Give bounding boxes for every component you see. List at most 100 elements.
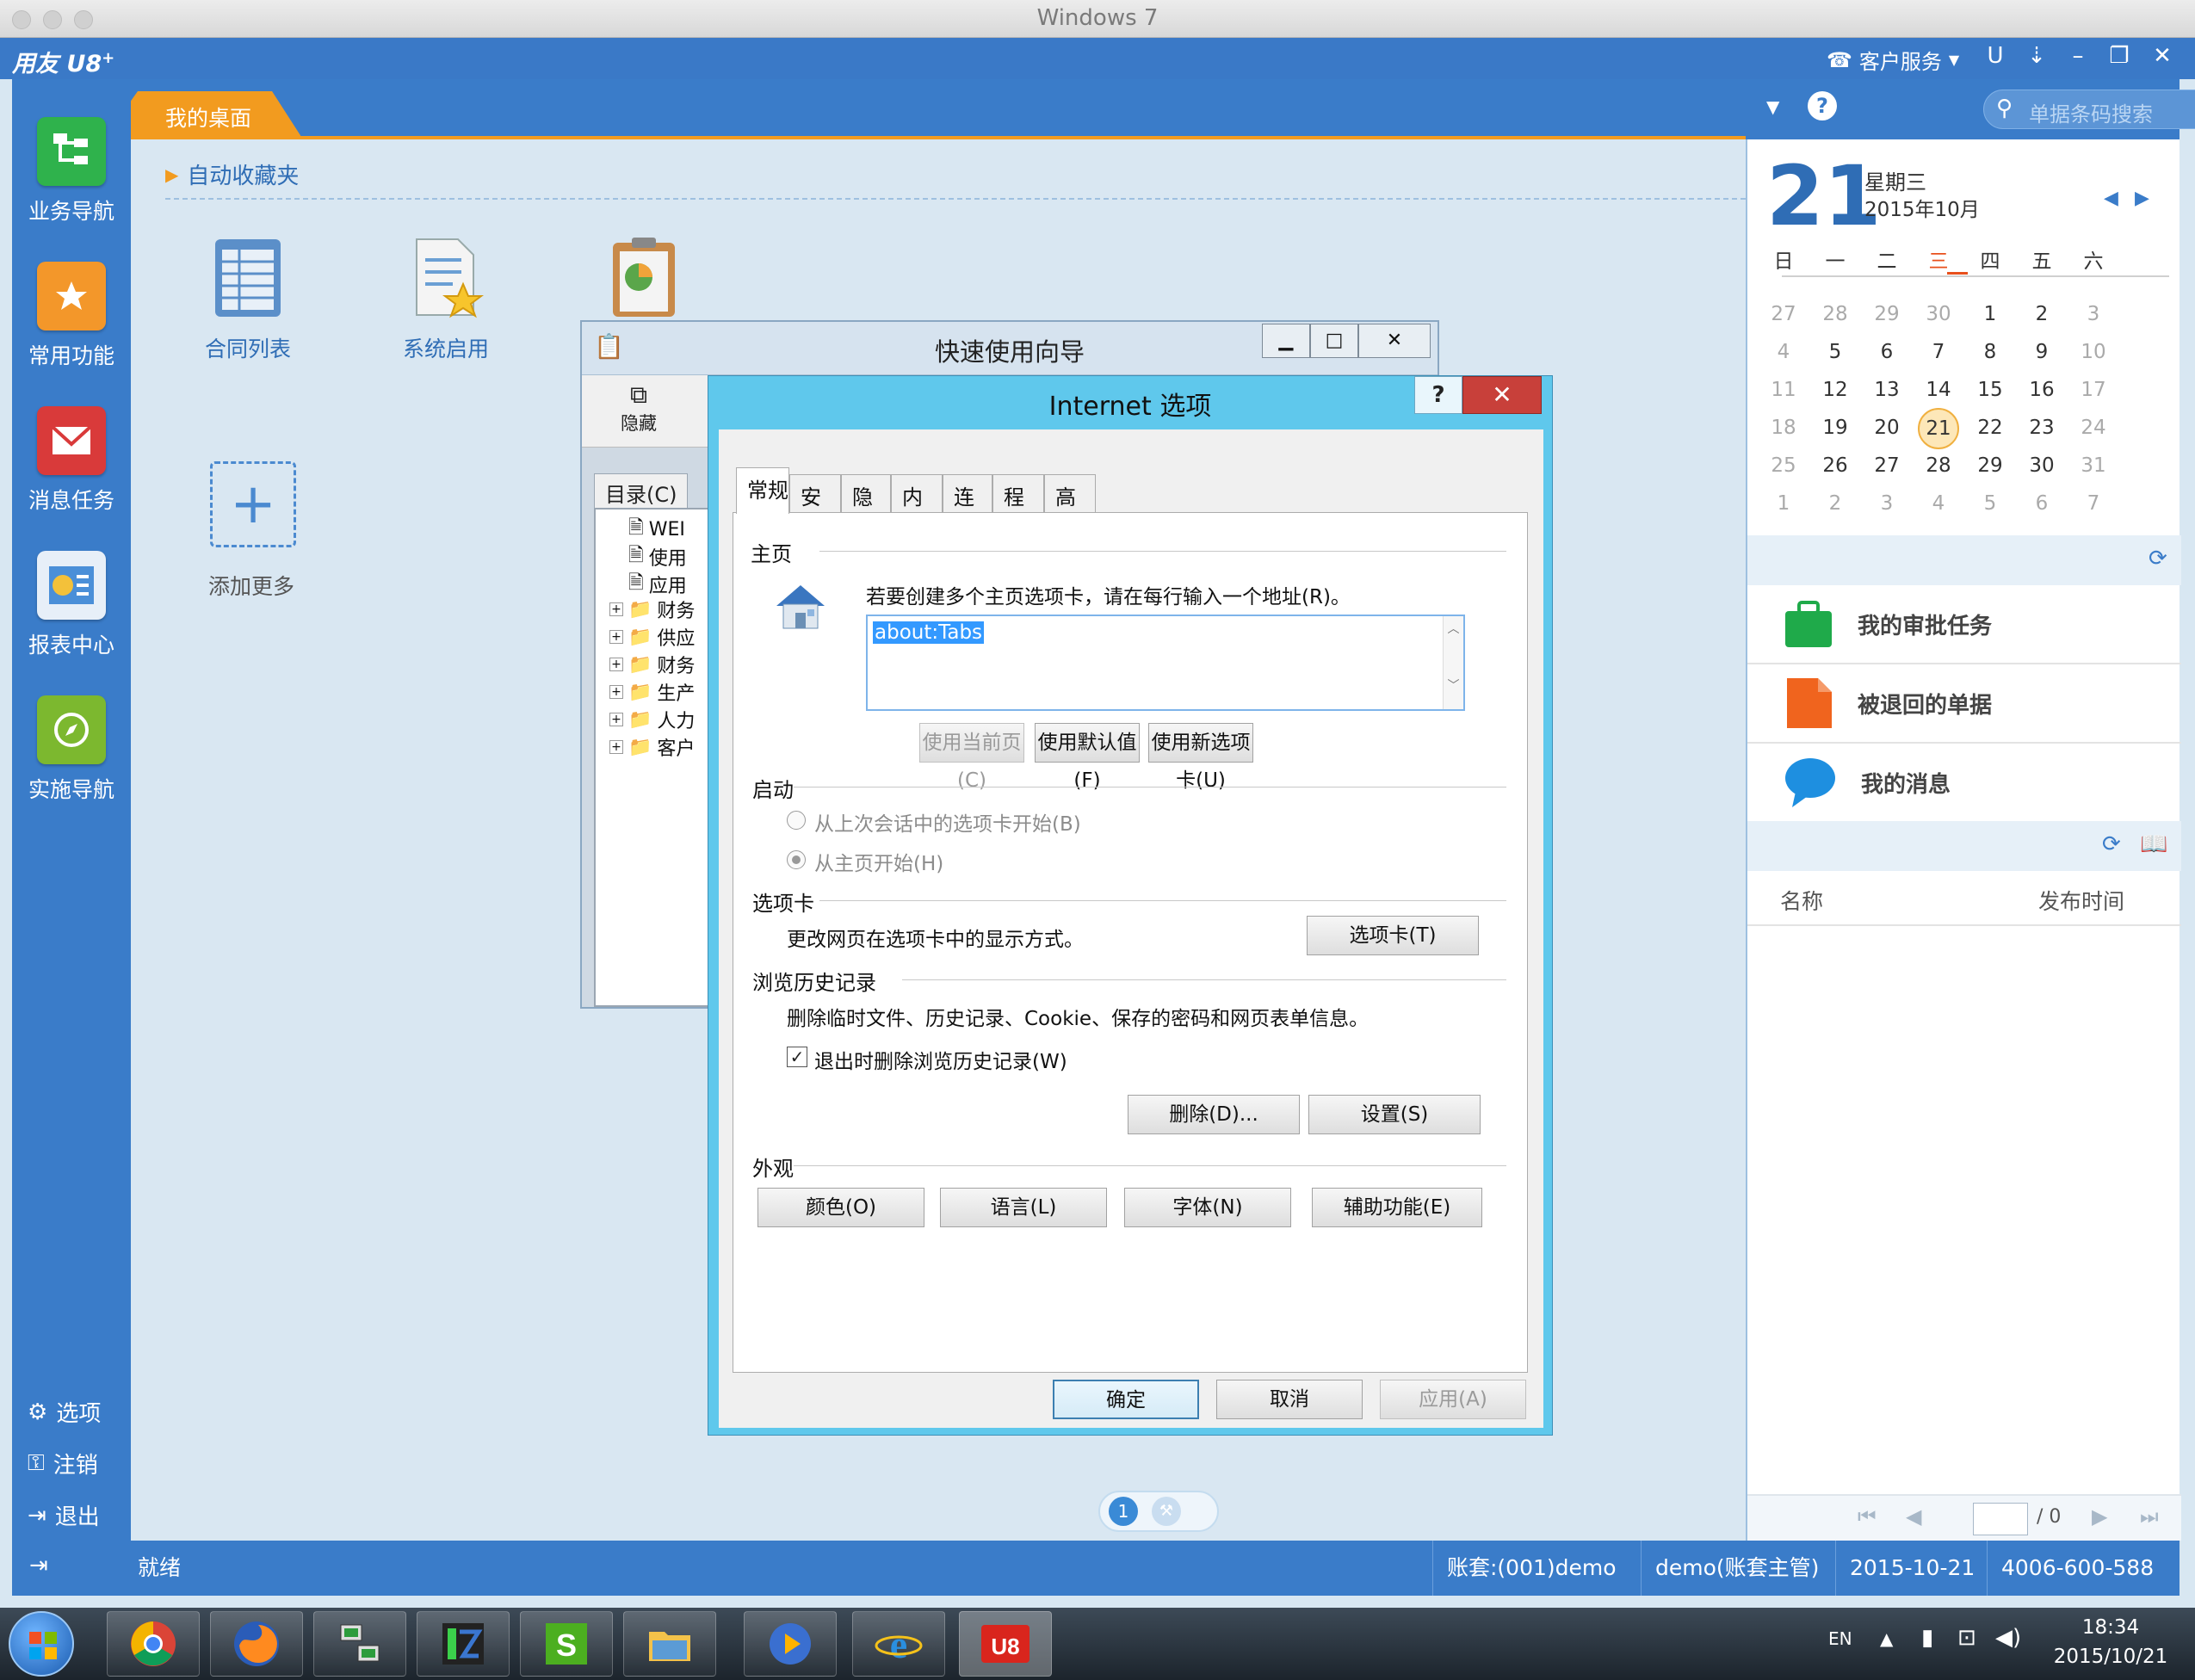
calendar-date-cell[interactable]: 8 xyxy=(1964,341,2016,363)
tree-node[interactable]: + 📁 供应 xyxy=(609,623,695,651)
textarea-scrollbar[interactable]: ︿ ﹀ xyxy=(1443,616,1463,709)
wrench-page-icon[interactable]: ⚒ xyxy=(1152,1497,1181,1526)
task-messages[interactable]: 我的消息 xyxy=(1747,744,2181,823)
tree-node[interactable]: + 📁 客户 xyxy=(609,733,695,761)
calendar-date-cell[interactable]: 5 xyxy=(1809,341,1861,363)
history-settings-button[interactable]: 设置(S) xyxy=(1308,1095,1481,1134)
show-hidden-icons-icon[interactable]: ▲ xyxy=(1880,1628,1893,1649)
calendar-date-cell[interactable]: 28 xyxy=(1913,454,1964,477)
radio-last-session[interactable] xyxy=(787,811,806,830)
book-icon[interactable]: 📖 xyxy=(2140,831,2167,857)
sidebar-item-message-tasks[interactable]: 消息任务 xyxy=(12,406,131,515)
calendar-date-cell[interactable]: 4 xyxy=(1913,492,1964,515)
calendar-date-cell[interactable]: 31 xyxy=(2068,454,2119,477)
taskbar-u8[interactable]: U8 xyxy=(959,1611,1052,1677)
task-approval[interactable]: 我的审批任务 xyxy=(1747,585,2181,664)
calendar-date-cell[interactable]: 27 xyxy=(1861,454,1913,477)
calendar-date-cell[interactable]: 20 xyxy=(1861,417,1913,439)
sidebar-item-implementation-nav[interactable]: 实施导航 xyxy=(12,695,131,804)
calendar-date-cell[interactable]: 23 xyxy=(2016,417,2068,439)
scroll-up-icon[interactable]: ︿ xyxy=(1444,620,1463,637)
calendar-date-cell[interactable]: 2 xyxy=(2016,303,2068,325)
maximize-button[interactable]: □ xyxy=(1310,324,1358,358)
calendar-date-cell[interactable]: 1 xyxy=(1758,492,1809,515)
calendar-date-cell[interactable]: 25 xyxy=(1758,454,1809,477)
calendar-date-cell[interactable]: 3 xyxy=(2068,303,2119,325)
calendar-date-cell[interactable]: 24 xyxy=(2068,417,2119,439)
page-number-input[interactable] xyxy=(1973,1503,2028,1535)
logout-link[interactable]: ⚿ 注销 xyxy=(28,1448,98,1479)
use-default-button[interactable]: 使用默认值(F) xyxy=(1035,723,1140,792)
tab-catalog[interactable]: 目录(C) xyxy=(594,473,689,510)
calendar-date-cell[interactable]: 3 xyxy=(1861,492,1913,515)
restore-icon[interactable]: ❐ xyxy=(2104,43,2135,69)
calendar-date-cell[interactable]: 6 xyxy=(1861,341,1913,363)
barcode-search-input[interactable]: ⚲ 单据条码搜索 xyxy=(1983,90,2195,129)
fonts-button[interactable]: 字体(N) xyxy=(1124,1188,1291,1227)
calendar-date-cell[interactable]: 1 xyxy=(1964,303,2016,325)
close-button[interactable]: ✕ xyxy=(1358,324,1431,358)
shortcut-system-enable[interactable]: 系统启用 xyxy=(377,234,515,363)
expand-icon[interactable]: + xyxy=(609,630,623,644)
add-more-button[interactable]: + xyxy=(210,461,296,547)
sidebar-item-common-functions[interactable]: 常用功能 xyxy=(12,262,131,370)
task-returned-docs[interactable]: 被退回的单据 xyxy=(1747,664,2181,744)
calendar-date-cell[interactable]: 7 xyxy=(2068,492,2119,515)
customer-service-menu[interactable]: ☎ 客户服务 ▼ xyxy=(1827,45,1959,75)
calendar-date-cell[interactable]: 2 xyxy=(1809,492,1861,515)
tab-general[interactable]: 常规 xyxy=(736,467,789,514)
volume-icon[interactable]: ◀) xyxy=(1995,1625,2021,1651)
calendar-date-cell[interactable]: 5 xyxy=(1964,492,2016,515)
colors-button[interactable]: 颜色(O) xyxy=(757,1188,924,1227)
calendar-date-cell[interactable]: 15 xyxy=(1964,379,2016,401)
calendar-date-cell[interactable]: 29 xyxy=(1861,303,1913,325)
shortcut-contract-list[interactable]: 合同列表 xyxy=(179,234,317,363)
taskbar-green-s[interactable]: S xyxy=(520,1611,613,1677)
sidebar-item-business-nav[interactable]: 业务导航 xyxy=(12,117,131,225)
refresh-icon[interactable]: ⟳ xyxy=(2102,831,2121,857)
minimize-button[interactable]: ▁ xyxy=(1262,324,1310,358)
use-new-tab-button[interactable]: 使用新选项卡(U) xyxy=(1148,723,1253,792)
ok-button[interactable]: 确定 xyxy=(1053,1380,1199,1419)
languages-button[interactable]: 语言(L) xyxy=(940,1188,1107,1227)
tab-dropdown-icon[interactable]: ▼ xyxy=(1766,96,1779,117)
cancel-button[interactable]: 取消 xyxy=(1216,1380,1363,1419)
calendar-date-cell[interactable]: 16 xyxy=(2016,379,2068,401)
first-page-icon[interactable]: ⏮ xyxy=(1858,1504,1877,1529)
apply-button[interactable]: 应用(A) xyxy=(1380,1380,1526,1419)
calendar-date-cell[interactable]: 30 xyxy=(1913,303,1964,325)
scroll-down-icon[interactable]: ﹀ xyxy=(1444,676,1463,694)
favorites-header[interactable]: ▶ 自动收藏夹 xyxy=(165,158,299,190)
calendar-date-cell[interactable]: 27 xyxy=(1758,303,1809,325)
network-tray-icon[interactable]: ⊡ xyxy=(1957,1625,1976,1651)
tree-node[interactable]: + 📁 财务 xyxy=(609,651,695,678)
accessibility-button[interactable]: 辅助功能(E) xyxy=(1312,1188,1482,1227)
expand-sidebar-icon[interactable]: ⇥ xyxy=(29,1553,48,1578)
tab-my-desktop[interactable]: 我的桌面 xyxy=(131,91,303,139)
menu-dropdown-icon[interactable]: ⇣ xyxy=(2021,43,2052,69)
calendar-date-cell[interactable]: 13 xyxy=(1861,379,1913,401)
input-language[interactable]: EN xyxy=(1828,1628,1852,1649)
tab-advanced[interactable]: 高级 xyxy=(1044,474,1096,540)
minimize-icon[interactable]: – xyxy=(2062,43,2093,69)
options-link[interactable]: ⚙ 选项 xyxy=(28,1396,101,1428)
tabs-settings-button[interactable]: 选项卡(T) xyxy=(1307,916,1479,955)
expand-icon[interactable]: + xyxy=(609,740,623,754)
start-button[interactable] xyxy=(9,1611,74,1677)
refresh-icon[interactable]: ⟳ xyxy=(2149,546,2167,571)
taskbar-ie[interactable]: e xyxy=(852,1611,945,1677)
calendar-date-cell[interactable]: 18 xyxy=(1758,417,1809,439)
help-icon[interactable]: ? xyxy=(1808,91,1837,120)
calendar-date-cell[interactable]: 12 xyxy=(1809,379,1861,401)
calendar-date-cell[interactable]: 30 xyxy=(2016,454,2068,477)
calendar-date-cell[interactable]: 28 xyxy=(1809,303,1861,325)
home-page-textarea[interactable]: about:Tabs ︿ ﹀ xyxy=(866,615,1465,711)
radio-home-page[interactable] xyxy=(787,850,806,869)
expand-icon[interactable]: + xyxy=(609,713,623,726)
taskbar-file-explorer[interactable] xyxy=(623,1611,716,1677)
taskbar-chrome[interactable] xyxy=(107,1611,200,1677)
close-icon[interactable]: ✕ xyxy=(2147,43,2178,69)
calendar-date-cell[interactable]: 11 xyxy=(1758,379,1809,401)
help-button[interactable]: ? xyxy=(1414,376,1462,414)
tab-programs[interactable]: 程序 xyxy=(992,474,1044,540)
